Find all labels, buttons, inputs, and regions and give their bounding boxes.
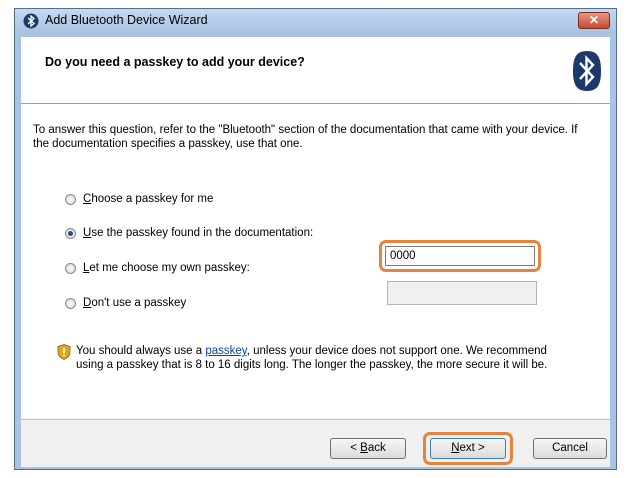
radio-choose-own-passkey[interactable] — [65, 262, 76, 274]
wizard-content: To answer this question, refer to the "B… — [21, 104, 610, 418]
shield-warning-icon — [57, 344, 71, 360]
wizard-body: Do you need a passkey to add your device… — [21, 37, 610, 467]
back-button[interactable]: < Back — [330, 438, 406, 459]
cancel-button[interactable]: Cancel — [533, 438, 607, 459]
close-icon: ✕ — [588, 13, 600, 27]
next-highlight — [423, 432, 513, 465]
option-label: Choose a passkey for me — [83, 193, 214, 205]
intro-text: To answer this question, refer to the "B… — [33, 124, 578, 150]
radio-choose-for-me[interactable] — [65, 193, 76, 205]
option-label: Let me choose my own passkey: — [83, 262, 250, 274]
wizard-header: Do you need a passkey to add your device… — [21, 37, 610, 104]
option-choose-own-passkey[interactable]: Let me choose my own passkey: — [65, 262, 250, 274]
radio-no-passkey[interactable] — [65, 297, 76, 309]
bluetooth-icon — [23, 13, 39, 29]
radio-use-documentation-passkey[interactable] — [65, 227, 76, 239]
bluetooth-logo-icon — [573, 51, 601, 91]
close-button[interactable]: ✕ — [578, 12, 610, 29]
option-no-passkey[interactable]: Don't use a passkey — [65, 297, 186, 309]
wizard-window: Add Bluetooth Device Wizard ✕ Do you nee… — [14, 8, 617, 470]
footer-divider — [21, 419, 610, 420]
window-title: Add Bluetooth Device Wizard — [45, 13, 208, 27]
page-title: Do you need a passkey to add your device… — [45, 55, 305, 69]
option-choose-for-me[interactable]: Choose a passkey for me — [65, 193, 213, 205]
option-use-documentation-passkey[interactable]: Use the passkey found in the documentati… — [65, 227, 313, 239]
passkey-link[interactable]: passkey — [205, 345, 246, 357]
passkey-highlight — [379, 240, 541, 272]
option-label: Don't use a passkey — [83, 297, 187, 309]
option-label: Use the passkey found in the documentati… — [83, 227, 314, 239]
own-passkey-field[interactable] — [387, 281, 537, 305]
title-bar: Add Bluetooth Device Wizard ✕ — [15, 9, 616, 33]
passkey-note: You should always use a passkey, unless … — [76, 345, 548, 371]
